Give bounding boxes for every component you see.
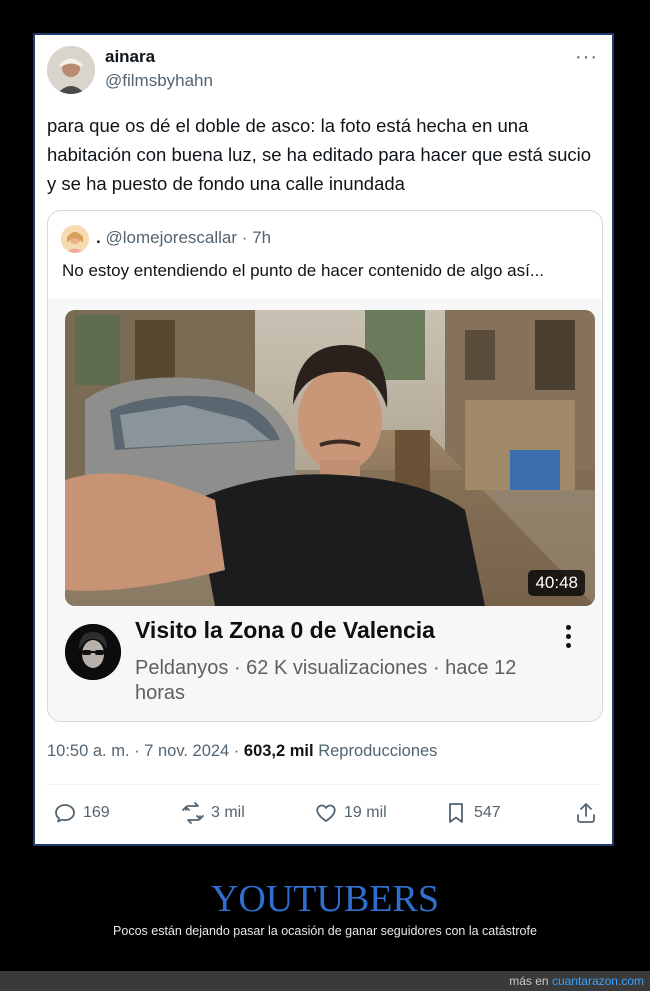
caption-subtitle: Pocos están dejando pasar la ocasión de … [113, 924, 537, 938]
share-icon [577, 803, 595, 823]
quoted-text: No estoy entendiendo el punto de hacer c… [62, 261, 545, 280]
video-thumbnail[interactable]: 40:48 [65, 310, 595, 606]
reply-count: 169 [83, 804, 110, 821]
more-options-button[interactable]: ··· [575, 47, 598, 67]
retweet-icon [182, 802, 204, 824]
tweet-timestamp[interactable]: 10:50 a. m. · 7 nov. 2024 · [47, 742, 244, 760]
video-title[interactable]: Visito la Zona 0 de Valencia [135, 617, 435, 644]
bookmark-button[interactable]: 547 [444, 801, 501, 825]
views-label: Reproducciones [313, 742, 438, 760]
like-button[interactable]: 19 mil [314, 801, 387, 825]
reply-button[interactable]: 169 [53, 801, 110, 825]
video-duration-badge: 40:48 [528, 570, 585, 596]
like-icon [316, 804, 336, 822]
share-button[interactable] [574, 801, 604, 825]
footer-bar: más en cuantarazon.com [0, 971, 650, 991]
quoted-tweet[interactable]: . @lomejorescallar · 7h No estoy entendi… [47, 210, 603, 722]
footer-prefix: más en [509, 974, 552, 988]
tweet-text: para que os dé el doble de asco: la foto… [47, 115, 592, 194]
quoted-media[interactable]: 40:48 Visito la Zona 0 de Valencia Pelda… [48, 299, 602, 721]
display-name[interactable]: ainara [105, 47, 155, 67]
quoted-handle-time: @lomejorescallar · 7h [105, 228, 272, 247]
quoted-display-name[interactable]: . [96, 228, 101, 247]
quoted-avatar[interactable] [61, 225, 89, 253]
user-handle[interactable]: @filmsbyhahn [105, 71, 213, 91]
retweet-button[interactable]: 3 mil [181, 801, 245, 825]
reply-icon [55, 804, 75, 823]
divider [47, 784, 600, 785]
caption-title: YOUTUBERS [210, 878, 440, 920]
like-count: 19 mil [344, 804, 387, 821]
video-meta: Peldanyos · 62 K visualizaciones · hace … [135, 657, 517, 704]
video-more-icon[interactable] [556, 621, 580, 655]
channel-avatar[interactable] [65, 624, 121, 680]
tweet-timestamp-row: 10:50 a. m. · 7 nov. 2024 · 603,2 mil Re… [47, 742, 437, 761]
bookmark-icon [449, 803, 463, 823]
views-count: 603,2 mil [243, 742, 314, 760]
footer-site-link[interactable]: cuantarazon.com [552, 974, 644, 988]
quoted-header: . @lomejorescallar · 7h [96, 228, 271, 248]
footer-text: más en cuantarazon.com [509, 974, 644, 988]
retweet-count: 3 mil [211, 804, 245, 821]
user-avatar[interactable] [47, 46, 95, 94]
tweet-card: ainara @filmsbyhahn ··· para que os dé e… [33, 33, 614, 846]
bookmark-count: 547 [474, 804, 501, 821]
